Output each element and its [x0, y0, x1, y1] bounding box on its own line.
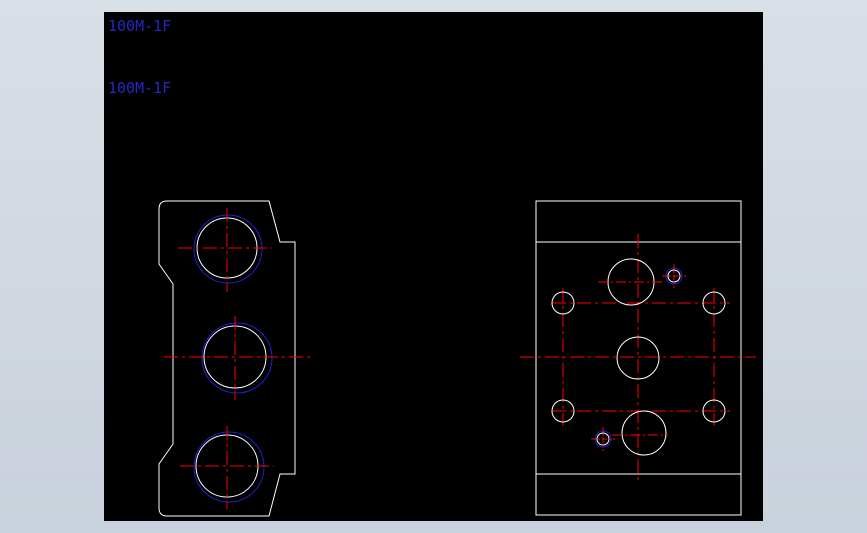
drawing-canvas[interactable]: 100M-1F 100M-1F — [104, 12, 763, 521]
left-part-view — [158, 200, 310, 517]
left-bottom-hole-hidden — [193, 431, 265, 503]
drawing-label-top: 100M-1F — [108, 17, 171, 35]
cad-drawing: 100M-1F 100M-1F — [108, 17, 756, 517]
plate-lower-hole — [621, 410, 667, 456]
left-middle-hole-hidden — [201, 322, 273, 394]
right-part-view — [520, 200, 756, 516]
left-top-hole-hidden — [193, 214, 263, 284]
cad-viewer: 100M-1F 100M-1F — [0, 0, 867, 533]
drawing-label-second: 100M-1F — [108, 79, 171, 97]
